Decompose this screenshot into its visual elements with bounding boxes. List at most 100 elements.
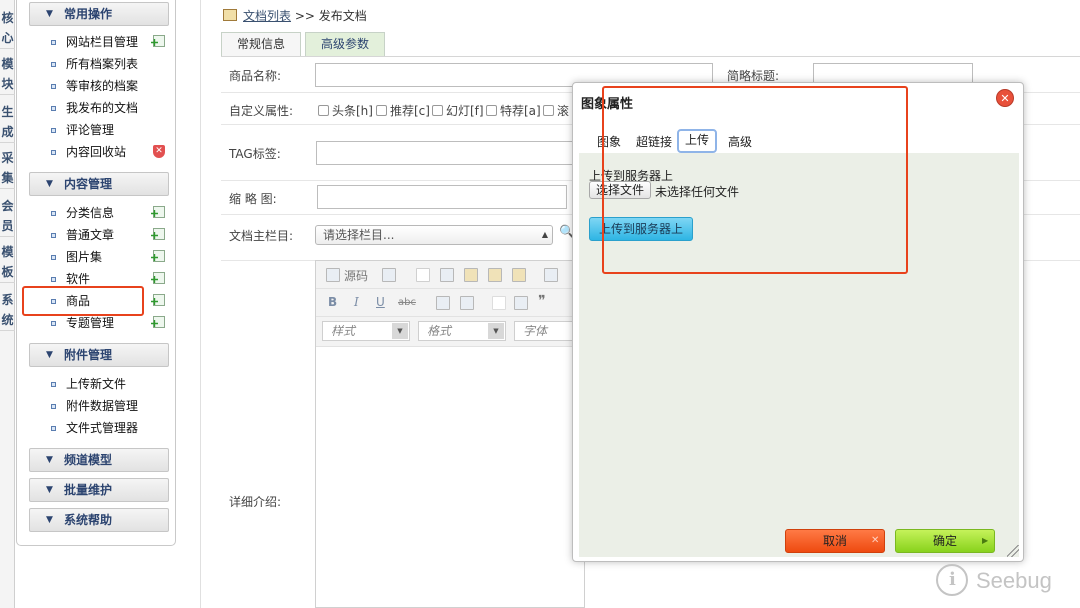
module-tab-collect[interactable]: 采集 xyxy=(0,148,15,189)
select-arrows-icon: ▲ xyxy=(541,230,548,239)
tab-general[interactable]: 常规信息 xyxy=(221,32,301,56)
editor-toolbar-row2: B I U abc ❞ xyxy=(316,289,586,317)
add-icon[interactable] xyxy=(153,316,165,328)
menu-item-recycle-bin[interactable]: 内容回收站 ✕ xyxy=(51,142,171,162)
source-button[interactable]: 源码 xyxy=(344,267,368,284)
underline-button[interactable]: U xyxy=(376,295,385,309)
copy-icon[interactable] xyxy=(440,268,454,282)
ok-button[interactable]: 确定 ▶ xyxy=(895,529,995,553)
bullet-icon xyxy=(51,150,56,155)
tag-input[interactable] xyxy=(316,141,576,165)
italic-button[interactable]: I xyxy=(354,295,359,309)
print-icon[interactable] xyxy=(544,268,558,282)
module-tabs: 核心 模块 生成 采集 会员 模板 系统 xyxy=(0,0,15,608)
chevron-down-icon: ▼ xyxy=(46,515,53,525)
bullet-icon xyxy=(51,40,56,45)
menu-group-channel-model[interactable]: ▼ 频道模型 xyxy=(29,448,169,472)
outdent-icon[interactable] xyxy=(492,296,506,310)
bullet-icon xyxy=(51,106,56,111)
menu-item-my-documents[interactable]: 我发布的文档 xyxy=(51,98,171,118)
source-icon xyxy=(326,268,340,282)
unordered-list-icon[interactable] xyxy=(460,296,474,310)
bullet-icon xyxy=(51,128,56,133)
add-icon[interactable] xyxy=(153,272,165,284)
side-menu: ▼ 常用操作 网站栏目管理 所有档案列表 等审核的档案 我发布的文档 评论管理 … xyxy=(16,0,176,546)
resize-handle-icon[interactable] xyxy=(1007,545,1019,557)
menu-item-attachment-data[interactable]: 附件数据管理 xyxy=(51,396,171,416)
attr-headline-checkbox[interactable]: 头条[h] xyxy=(318,102,373,119)
breadcrumb-current: 发布文档 xyxy=(318,9,367,23)
thumbnail-input[interactable] xyxy=(317,185,567,209)
close-icon[interactable]: ✕ xyxy=(996,89,1014,107)
menu-group-help[interactable]: ▼ 系统帮助 xyxy=(29,508,169,532)
module-tab-core[interactable]: 核心 xyxy=(0,8,15,49)
breadcrumb-doc-list-link[interactable]: 文档列表 xyxy=(243,9,291,23)
bullet-icon xyxy=(51,62,56,67)
book-icon xyxy=(223,9,237,21)
main-column-select[interactable]: 请选择栏目... ▲ xyxy=(315,225,553,245)
close-icon: ✕ xyxy=(871,535,880,546)
add-icon[interactable] xyxy=(153,206,165,218)
chevron-down-icon: ▼ xyxy=(46,350,53,360)
bold-button[interactable]: B xyxy=(328,295,337,309)
menu-item-comments[interactable]: 评论管理 xyxy=(51,120,171,140)
menu-item-all-archives[interactable]: 所有档案列表 xyxy=(51,54,171,74)
module-tab-system[interactable]: 系统 xyxy=(0,290,15,331)
chevron-down-icon: ▼ xyxy=(46,179,53,189)
menu-group-batch[interactable]: ▼ 批量维护 xyxy=(29,478,169,502)
add-icon[interactable] xyxy=(153,35,165,47)
editor-toolbar-row1: 源码 xyxy=(316,261,586,289)
blockquote-button[interactable]: ❞ xyxy=(538,293,546,309)
recycle-delete-icon[interactable]: ✕ xyxy=(153,145,165,158)
module-tab-generate[interactable]: 生成 xyxy=(0,102,15,143)
module-tab-modules[interactable]: 模块 xyxy=(0,54,15,95)
style-combo[interactable]: 样式 ▼ xyxy=(322,321,410,341)
attr-scroll-checkbox[interactable]: 滚 xyxy=(543,102,569,119)
menu-group-common[interactable]: ▼ 常用操作 xyxy=(29,2,169,26)
menu-item-articles[interactable]: 普通文章 xyxy=(51,225,171,245)
seebug-logo-icon xyxy=(936,564,968,596)
cancel-button[interactable]: 取消 ✕ xyxy=(785,529,885,553)
detail-label: 详细介绍: xyxy=(229,495,282,509)
indent-icon[interactable] xyxy=(514,296,528,310)
bullet-icon xyxy=(51,211,56,216)
menu-group-attachments[interactable]: ▼ 附件管理 xyxy=(29,343,169,367)
strike-button[interactable]: abc xyxy=(398,297,416,308)
menu-item-gallery[interactable]: 图片集 xyxy=(51,247,171,267)
menu-item-topics[interactable]: 专题管理 xyxy=(51,313,171,333)
attr-recommend-checkbox[interactable]: 推荐[c] xyxy=(376,102,430,119)
menu-item-classified[interactable]: 分类信息 xyxy=(51,203,171,223)
module-tab-template[interactable]: 模板 xyxy=(0,242,15,283)
add-icon[interactable] xyxy=(153,250,165,262)
menu-item-file-manager[interactable]: 文件式管理器 xyxy=(51,418,171,438)
bullet-icon xyxy=(51,277,56,282)
attr-slide-checkbox[interactable]: 幻灯[f] xyxy=(432,102,484,119)
paste-word-icon[interactable] xyxy=(512,268,526,282)
bullet-icon xyxy=(51,321,56,326)
paste-icon[interactable] xyxy=(464,268,478,282)
document-icon[interactable] xyxy=(382,268,396,282)
chevron-down-icon: ▼ xyxy=(488,323,504,339)
play-icon: ▶ xyxy=(982,536,989,545)
paste-text-icon[interactable] xyxy=(488,268,502,282)
chevron-down-icon: ▼ xyxy=(46,9,53,19)
chevron-down-icon: ▼ xyxy=(392,323,408,339)
add-icon[interactable] xyxy=(153,294,165,306)
bullet-icon xyxy=(51,84,56,89)
attr-special-checkbox[interactable]: 特荐[a] xyxy=(486,102,541,119)
tab-advanced[interactable]: 高级参数 xyxy=(305,32,385,56)
bullet-icon xyxy=(51,233,56,238)
chevron-down-icon: ▼ xyxy=(46,455,53,465)
add-icon[interactable] xyxy=(153,228,165,240)
menu-item-pending-archives[interactable]: 等审核的档案 xyxy=(51,76,171,96)
menu-group-content[interactable]: ▼ 内容管理 xyxy=(29,172,169,196)
bullet-icon xyxy=(51,404,56,409)
cut-icon[interactable] xyxy=(416,268,430,282)
ordered-list-icon[interactable] xyxy=(436,296,450,310)
breadcrumb: 文档列表 >> 发布文档 xyxy=(223,7,367,24)
bullet-icon xyxy=(51,255,56,260)
menu-item-column-manage[interactable]: 网站栏目管理 xyxy=(51,32,171,52)
format-combo[interactable]: 格式 ▼ xyxy=(418,321,506,341)
module-tab-member[interactable]: 会员 xyxy=(0,196,15,237)
menu-item-upload-file[interactable]: 上传新文件 xyxy=(51,374,171,394)
